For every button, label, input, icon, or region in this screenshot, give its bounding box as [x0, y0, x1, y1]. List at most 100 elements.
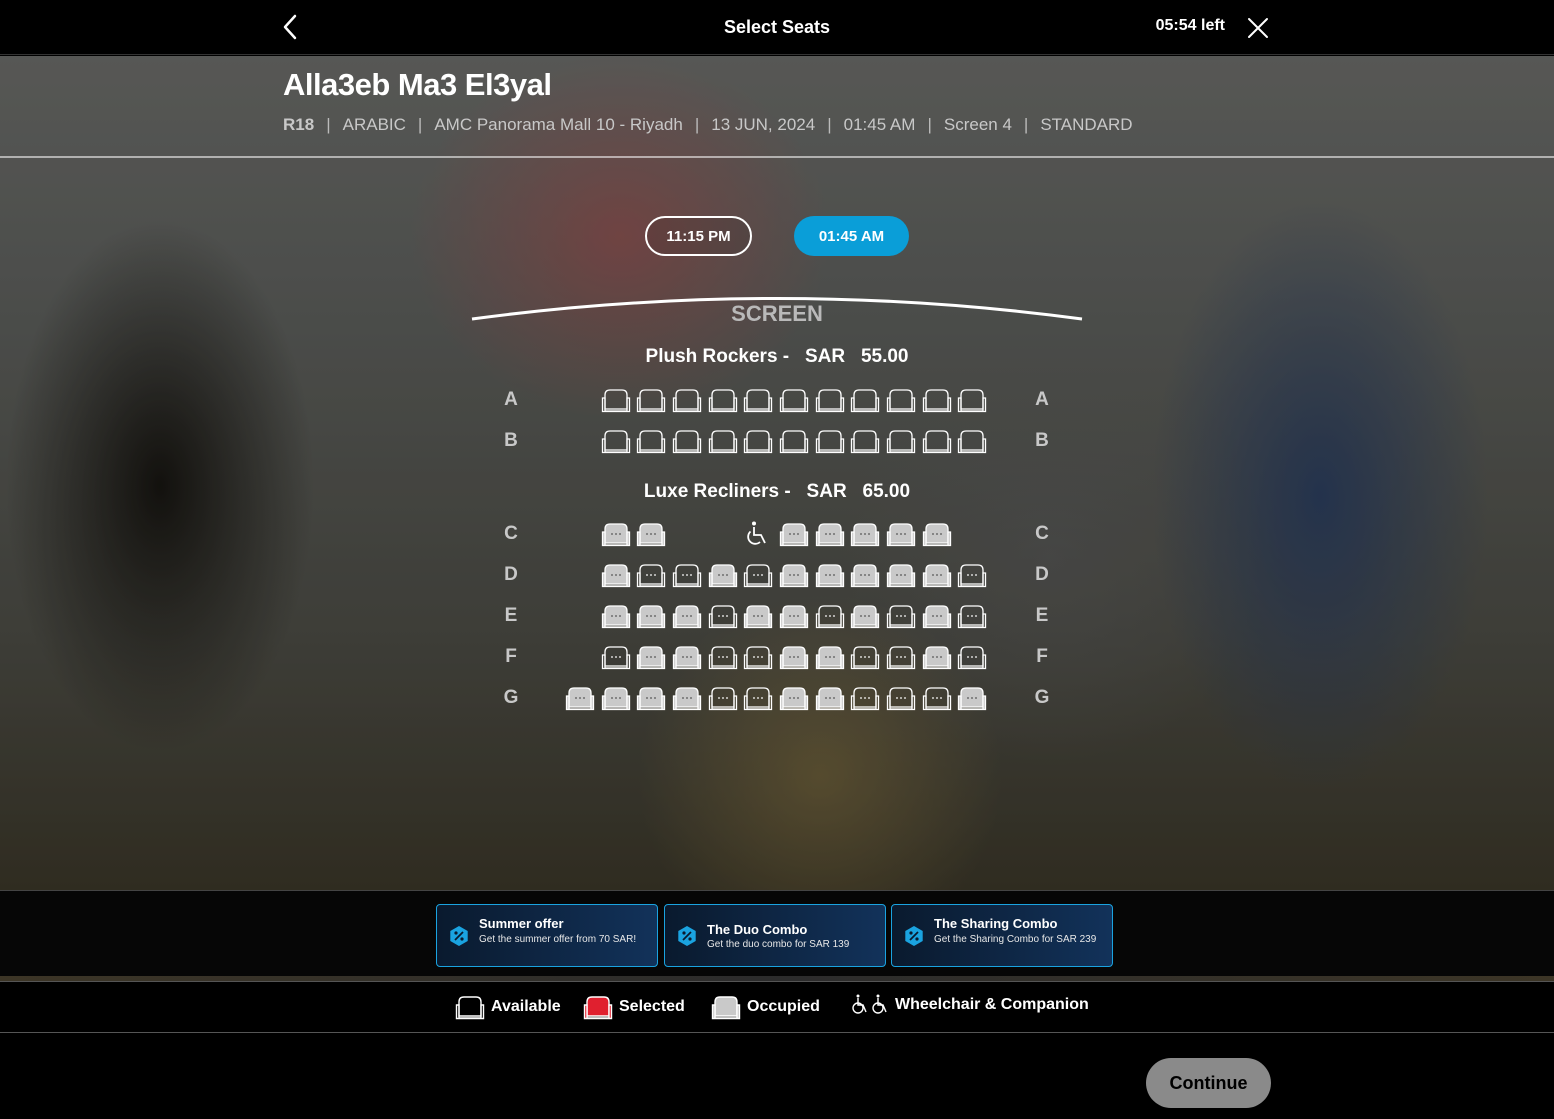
- seat-b-5-available[interactable]: [743, 428, 773, 454]
- offer-description: Get the summer offer from 70 SAR!: [479, 934, 637, 945]
- seat-g-9-available[interactable]: [850, 685, 880, 711]
- seat-d-11-available[interactable]: [957, 562, 987, 588]
- rating-badge: R18: [283, 115, 315, 134]
- seat-b-3-available[interactable]: [672, 428, 702, 454]
- seat-a-8-available[interactable]: [850, 387, 880, 413]
- seat-c-7-occupied: [886, 521, 916, 547]
- seat-d-5-available[interactable]: [743, 562, 773, 588]
- seat-a-11-available[interactable]: [957, 387, 987, 413]
- seat-a-6-available[interactable]: [779, 387, 809, 413]
- seat-d-6-occupied: [779, 562, 809, 588]
- row-label-c-right: C: [1035, 523, 1049, 544]
- offer-card-duo-combo[interactable]: The Duo Combo Get the duo combo for SAR …: [664, 904, 886, 967]
- seat-g-11-available[interactable]: [922, 685, 952, 711]
- seat-f-8-available[interactable]: [850, 644, 880, 670]
- seat-icon: [886, 605, 916, 629]
- seat-f-9-available[interactable]: [886, 644, 916, 670]
- seat-icon: [779, 564, 809, 588]
- showtime-button-1[interactable]: 11:15 PM: [645, 216, 752, 256]
- offer-description: Get the duo combo for SAR 139: [707, 939, 850, 950]
- seat-b-7-available[interactable]: [815, 428, 845, 454]
- seat-b-9-available[interactable]: [886, 428, 916, 454]
- close-icon: [1248, 18, 1268, 38]
- seat-e-8-occupied: [850, 603, 880, 629]
- section-currency: SAR: [806, 481, 847, 502]
- continue-button[interactable]: Continue: [1146, 1058, 1271, 1108]
- wheelchair-companion-icon: [852, 994, 887, 1014]
- language: ARABIC: [342, 115, 406, 134]
- legend-label: Selected: [619, 998, 685, 1015]
- seat-b-2-available[interactable]: [636, 428, 666, 454]
- seat-e-6-occupied: [779, 603, 809, 629]
- seat-d-2-available[interactable]: [636, 562, 666, 588]
- close-button[interactable]: [1245, 15, 1271, 41]
- seat-f-11-available[interactable]: [957, 644, 987, 670]
- legend-label: Wheelchair & Companion: [895, 996, 1089, 1013]
- seat-a-10-available[interactable]: [922, 387, 952, 413]
- seat-icon: [886, 523, 916, 547]
- row-label-g-right: G: [1034, 687, 1050, 708]
- seat-icon: [850, 687, 880, 711]
- seat-b-4-available[interactable]: [708, 428, 738, 454]
- seat-g-7-occupied: [779, 685, 809, 711]
- offer-description: Get the Sharing Combo for SAR 239: [934, 934, 1097, 945]
- seat-d-3-available[interactable]: [672, 562, 702, 588]
- seat-icon: [815, 646, 845, 670]
- seat-f-7-occupied: [815, 644, 845, 670]
- section-luxe-recliners: Luxe Recliners - SAR 65.00: [0, 481, 1554, 503]
- seat-e-5-occupied: [743, 603, 773, 629]
- seat-f-5-available[interactable]: [743, 644, 773, 670]
- seat-e-7-available[interactable]: [815, 603, 845, 629]
- showtime-button-2[interactable]: 01:45 AM: [794, 216, 909, 256]
- seat-e-9-available[interactable]: [886, 603, 916, 629]
- seat-a-3-available[interactable]: [672, 387, 702, 413]
- row-label-e-right: E: [1035, 605, 1049, 626]
- seat-e-10-occupied: [922, 603, 952, 629]
- seat-icon: [708, 687, 738, 711]
- seat-icon: [815, 389, 845, 413]
- seat-b-1-available[interactable]: [601, 428, 631, 454]
- legend-label: Available: [491, 998, 561, 1015]
- seat-icon: [886, 389, 916, 413]
- seat-a-5-available[interactable]: [743, 387, 773, 413]
- seat-icon: [815, 687, 845, 711]
- seat-f-1-available[interactable]: [601, 644, 631, 670]
- seat-b-8-available[interactable]: [850, 428, 880, 454]
- seat-g-5-available[interactable]: [708, 685, 738, 711]
- seat-e-4-available[interactable]: [708, 603, 738, 629]
- seat-icon: [636, 523, 666, 547]
- seat-icon: [708, 389, 738, 413]
- row-label-e-left: E: [504, 605, 518, 626]
- screen-label: SCREEN: [731, 301, 823, 326]
- offer-card-sharing-combo[interactable]: The Sharing Combo Get the Sharing Combo …: [891, 904, 1113, 967]
- seat-g-10-available[interactable]: [886, 685, 916, 711]
- seat-a-4-available[interactable]: [708, 387, 738, 413]
- seat-icon: [957, 430, 987, 454]
- seat-b-11-available[interactable]: [957, 428, 987, 454]
- seat-b-6-available[interactable]: [779, 428, 809, 454]
- seat-f-3-occupied: [672, 644, 702, 670]
- row-label-b-right: B: [1035, 430, 1049, 451]
- seat-icon: [636, 564, 666, 588]
- countdown-timer: 05:54 left: [1155, 17, 1225, 34]
- seat-a-7-available[interactable]: [815, 387, 845, 413]
- seat-f-4-available[interactable]: [708, 644, 738, 670]
- seat-a-1-available[interactable]: [601, 387, 631, 413]
- seat-f-10-occupied: [922, 644, 952, 670]
- seat-c-8-occupied: [922, 521, 952, 547]
- seat-a-2-available[interactable]: [636, 387, 666, 413]
- seat-a-9-available[interactable]: [886, 387, 916, 413]
- seat-icon: [779, 605, 809, 629]
- offer-title: Summer offer: [479, 916, 564, 931]
- seat-icon: [815, 430, 845, 454]
- seat-e-11-available[interactable]: [957, 603, 987, 629]
- seat-b-10-available[interactable]: [922, 428, 952, 454]
- row-label-a-right: A: [1035, 389, 1049, 410]
- seat-icon: [886, 646, 916, 670]
- footer: Continue: [0, 1034, 1554, 1119]
- offer-card-summer[interactable]: Summer offer Get the summer offer from 7…: [436, 904, 658, 967]
- seat-g-6-available[interactable]: [743, 685, 773, 711]
- seat-icon: [886, 430, 916, 454]
- seat-icon: [779, 430, 809, 454]
- wheelchair-seat-c[interactable]: [744, 520, 772, 548]
